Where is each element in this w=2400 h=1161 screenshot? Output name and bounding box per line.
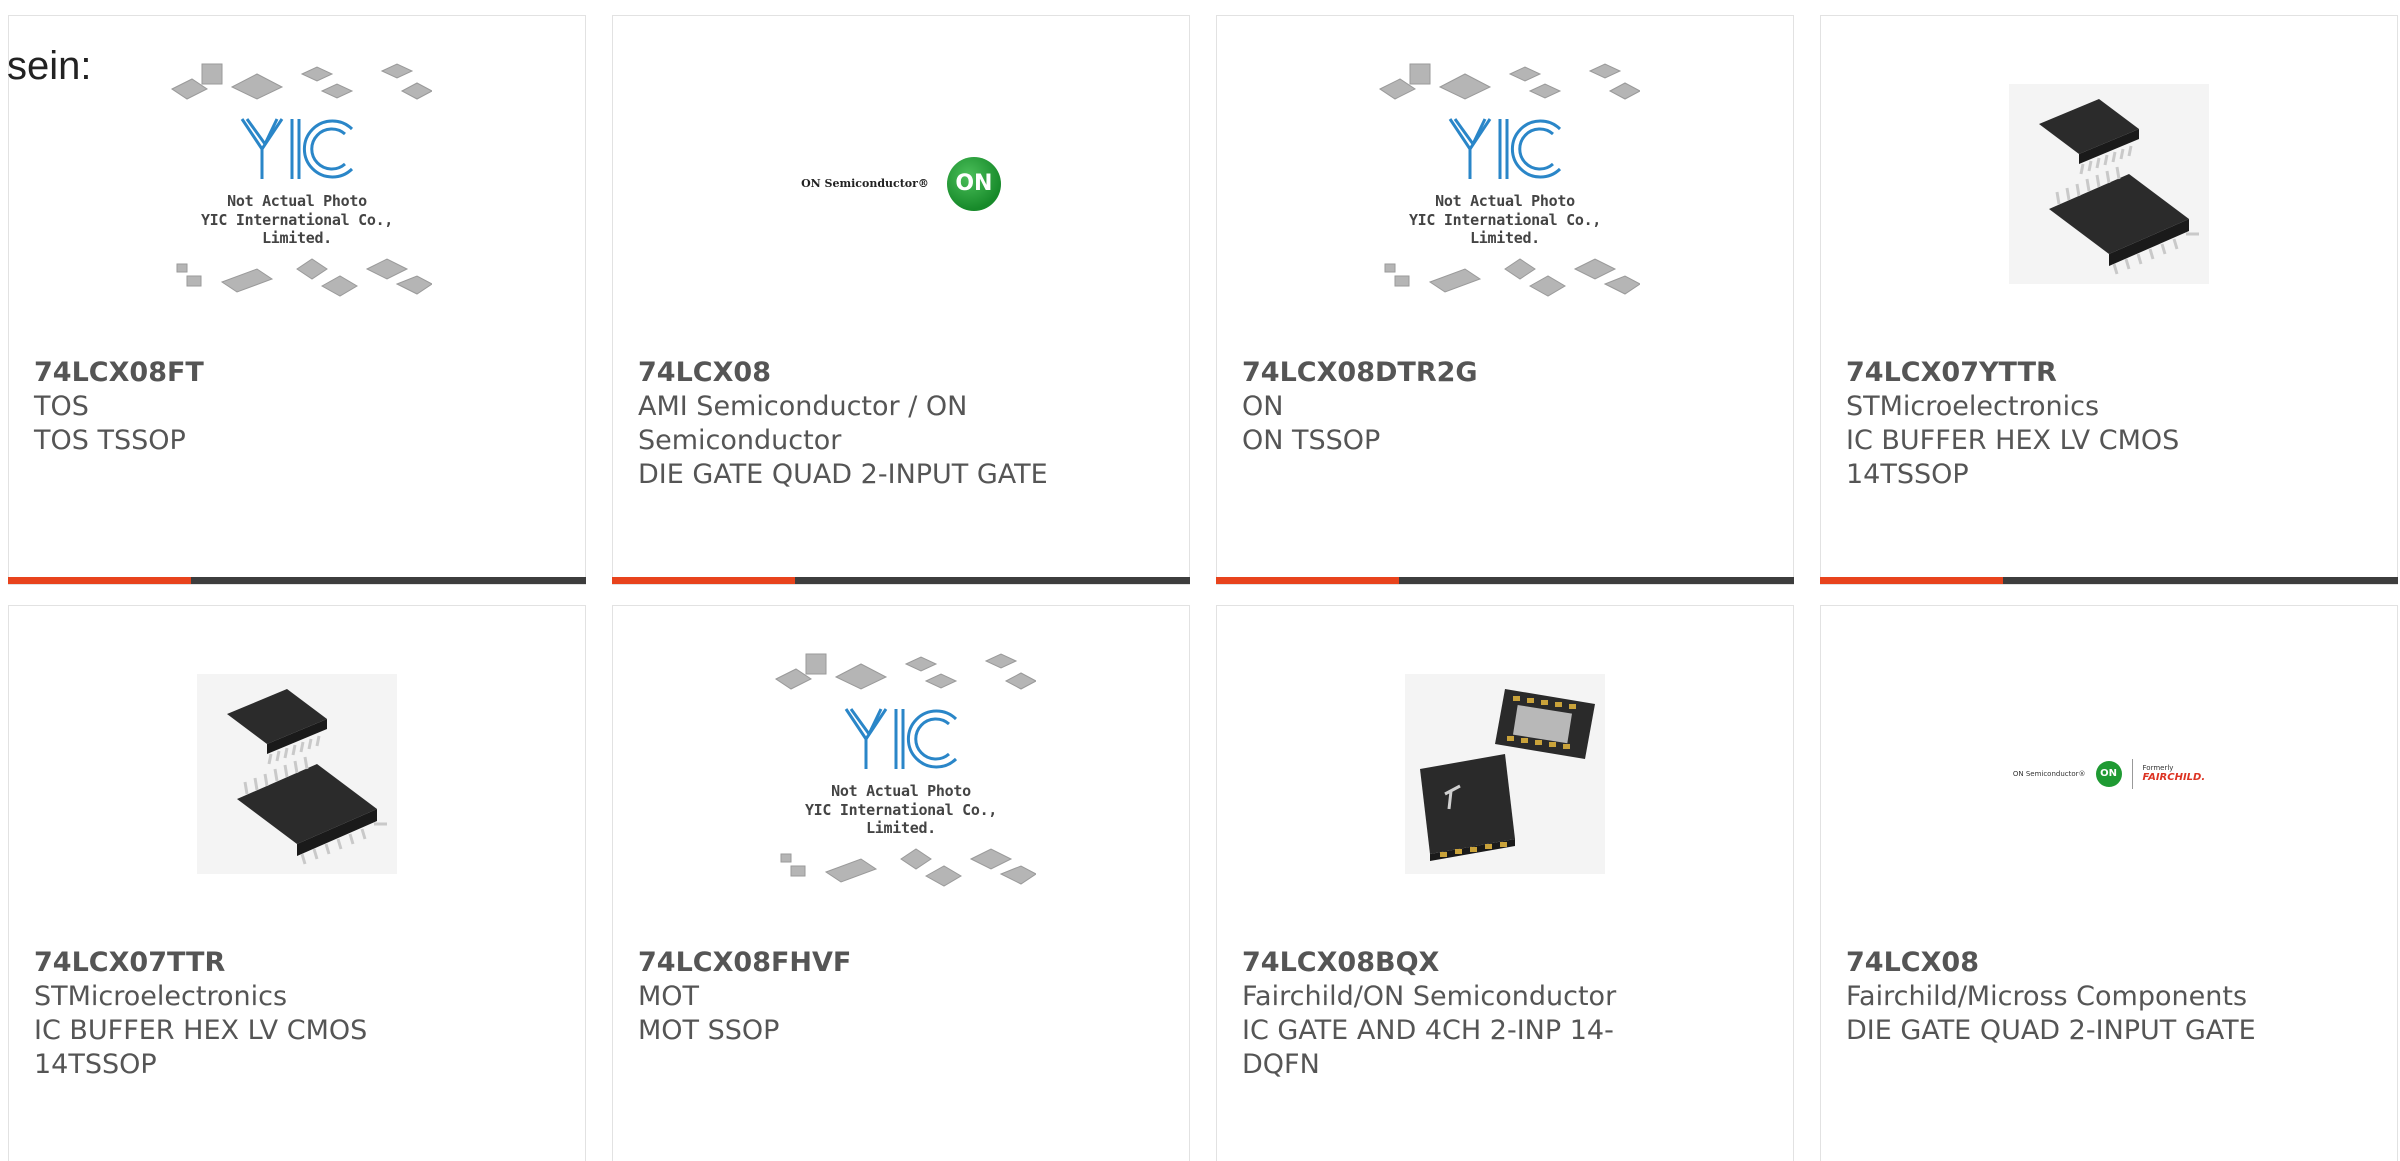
card-accent-bar bbox=[612, 577, 795, 584]
on-logo-mark: ON bbox=[2095, 760, 2122, 787]
on-logo-text: ON Semiconductor® bbox=[2012, 769, 2086, 778]
product-image[interactable]: Not Actual Photo YIC International Co., … bbox=[9, 16, 585, 351]
fairchild-wordmark: FAIRCHILD. bbox=[2142, 772, 2206, 783]
intro-text: sein: bbox=[7, 44, 92, 88]
manufacturer-cont: Semiconductor bbox=[638, 425, 842, 456]
yic-caption-1: Not Actual Photo bbox=[1435, 191, 1575, 210]
manufacturer: STMicroelectronics bbox=[1846, 391, 2100, 422]
description-cont: 14TSSOP bbox=[1846, 459, 1969, 490]
product-info: 74LCX08 AMI Semiconductor / ON Semicondu… bbox=[638, 356, 1058, 492]
product-card[interactable]: Not Actual Photo YIC International Co., … bbox=[8, 15, 586, 585]
card-accent-bar bbox=[1216, 577, 1399, 584]
product-info: 74LCX07TTR STMicroelectronics IC BUFFER … bbox=[34, 946, 454, 1082]
part-number[interactable]: 74LCX07YTTR bbox=[1846, 356, 2266, 390]
yic-caption-2: YIC International Co., Limited. bbox=[804, 800, 998, 837]
product-info: 74LCX08DTR2G ON ON TSSOP bbox=[1242, 356, 1662, 458]
product-image[interactable] bbox=[1821, 16, 2397, 351]
on-logo-mark: ON bbox=[946, 156, 1001, 211]
chip-icons bbox=[775, 652, 1036, 690]
description: IC BUFFER HEX LV CMOS bbox=[34, 1015, 368, 1046]
description-cont: 14TSSOP bbox=[34, 1049, 157, 1080]
manufacturer: MOT bbox=[638, 981, 700, 1012]
part-number[interactable]: 74LCX08 bbox=[1846, 946, 2266, 980]
manufacturer: Fairchild/Micross Components bbox=[1846, 981, 2248, 1012]
description: ON TSSOP bbox=[1242, 425, 1381, 456]
manufacturer: AMI Semiconductor / ON bbox=[638, 391, 968, 422]
on-semiconductor-logo: ON Semiconductor® ON bbox=[801, 156, 1001, 211]
tssop-chip-icon bbox=[227, 688, 387, 864]
product-info: 74LCX07YTTR STMicroelectronics IC BUFFER… bbox=[1846, 356, 2266, 492]
product-card[interactable]: ON Semiconductor® ON 74LCX08 AMI Semicon… bbox=[612, 15, 1190, 585]
manufacturer: STMicroelectronics bbox=[34, 981, 288, 1012]
on-fairchild-logo: ON Semiconductor® ON Formerly FAIRCHILD. bbox=[2012, 758, 2206, 789]
product-image[interactable]: Not Actual Photo YIC International Co., … bbox=[613, 606, 1189, 941]
product-grid-page: sein: Not Actual Photo YIC International… bbox=[0, 0, 2400, 1161]
yic-caption-2: YIC International Co., Limited. bbox=[1408, 210, 1602, 247]
card-accent-bar bbox=[1820, 577, 2003, 584]
product-info: 74LCX08BQX Fairchild/ON Semiconductor IC… bbox=[1242, 946, 1662, 1082]
logo-separator bbox=[2131, 758, 2133, 789]
product-info: 74LCX08 Fairchild/Micross Components DIE… bbox=[1846, 946, 2266, 1048]
product-card[interactable]: 74LCX07TTR STMicroelectronics IC BUFFER … bbox=[8, 605, 586, 1161]
tssop-chip-photo bbox=[197, 673, 397, 874]
product-image[interactable]: ON Semiconductor® ON bbox=[613, 16, 1189, 351]
yic-caption-1: Not Actual Photo bbox=[831, 781, 971, 800]
description: TOS TSSOP bbox=[34, 425, 186, 456]
yic-logo bbox=[240, 117, 354, 179]
product-image[interactable]: ON Semiconductor® ON Formerly FAIRCHILD. bbox=[1821, 606, 2397, 941]
product-card[interactable]: ON Semiconductor® ON Formerly FAIRCHILD.… bbox=[1820, 605, 2398, 1161]
yic-logo bbox=[844, 707, 958, 769]
manufacturer: TOS bbox=[34, 391, 89, 422]
tssop-chip-photo bbox=[2009, 83, 2209, 284]
yic-caption-2: YIC International Co., Limited. bbox=[200, 210, 394, 247]
card-bottom-bar bbox=[8, 577, 586, 584]
description: IC BUFFER HEX LV CMOS bbox=[1846, 425, 2180, 456]
part-number[interactable]: 74LCX07TTR bbox=[34, 946, 454, 980]
product-image[interactable]: Not Actual Photo YIC International Co., … bbox=[1217, 16, 1793, 351]
on-logo-text: ON Semiconductor® bbox=[801, 177, 929, 190]
manufacturer: Fairchild/ON Semiconductor bbox=[1242, 981, 1617, 1012]
chip-icons bbox=[171, 62, 432, 100]
chip-icons bbox=[176, 257, 432, 297]
card-bottom-bar bbox=[612, 577, 1190, 584]
description: DIE GATE QUAD 2-INPUT GATE bbox=[1846, 1015, 2256, 1046]
formerly-label: Formerly bbox=[2142, 764, 2174, 772]
yic-logo bbox=[1448, 117, 1562, 179]
description: MOT SSOP bbox=[638, 1015, 780, 1046]
chip-icons bbox=[780, 847, 1036, 887]
product-info: 74LCX08FHVF MOT MOT SSOP bbox=[638, 946, 1058, 1048]
fairchild-logo: Formerly FAIRCHILD. bbox=[2143, 764, 2206, 783]
part-number[interactable]: 74LCX08DTR2G bbox=[1242, 356, 1662, 390]
product-info: 74LCX08FT TOS TOS TSSOP bbox=[34, 356, 454, 458]
product-card[interactable]: Not Actual Photo YIC International Co., … bbox=[1216, 15, 1794, 585]
card-accent-bar bbox=[8, 577, 191, 584]
tssop-chip-icon bbox=[2039, 98, 2199, 274]
product-card[interactable]: 74LCX08BQX Fairchild/ON Semiconductor IC… bbox=[1216, 605, 1794, 1161]
chip-icons bbox=[1384, 257, 1640, 297]
yic-placeholder-image: Not Actual Photo YIC International Co., … bbox=[766, 649, 1036, 899]
description: IC GATE AND 4CH 2-INP 14- bbox=[1242, 1015, 1614, 1046]
card-bottom-bar bbox=[1216, 577, 1794, 584]
yic-placeholder-image: Not Actual Photo YIC International Co., … bbox=[1370, 59, 1640, 309]
description: DIE GATE QUAD 2-INPUT GATE bbox=[638, 459, 1048, 490]
dqfn-chip-icon bbox=[1420, 688, 1595, 861]
part-number[interactable]: 74LCX08FT bbox=[34, 356, 454, 390]
dqfn-chip-photo bbox=[1405, 673, 1605, 874]
part-number[interactable]: 74LCX08 bbox=[638, 356, 1058, 390]
part-number[interactable]: 74LCX08FHVF bbox=[638, 946, 1058, 980]
card-bottom-bar bbox=[1820, 577, 2398, 584]
product-image[interactable] bbox=[9, 606, 585, 941]
yic-caption-1: Not Actual Photo bbox=[227, 191, 367, 210]
product-card[interactable]: 74LCX07YTTR STMicroelectronics IC BUFFER… bbox=[1820, 15, 2398, 585]
product-card[interactable]: Not Actual Photo YIC International Co., … bbox=[612, 605, 1190, 1161]
description-cont: DQFN bbox=[1242, 1049, 1320, 1080]
chip-icons bbox=[1379, 62, 1640, 100]
manufacturer: ON bbox=[1242, 391, 1284, 422]
yic-placeholder-image: Not Actual Photo YIC International Co., … bbox=[162, 59, 432, 309]
product-image[interactable] bbox=[1217, 606, 1793, 941]
part-number[interactable]: 74LCX08BQX bbox=[1242, 946, 1662, 980]
